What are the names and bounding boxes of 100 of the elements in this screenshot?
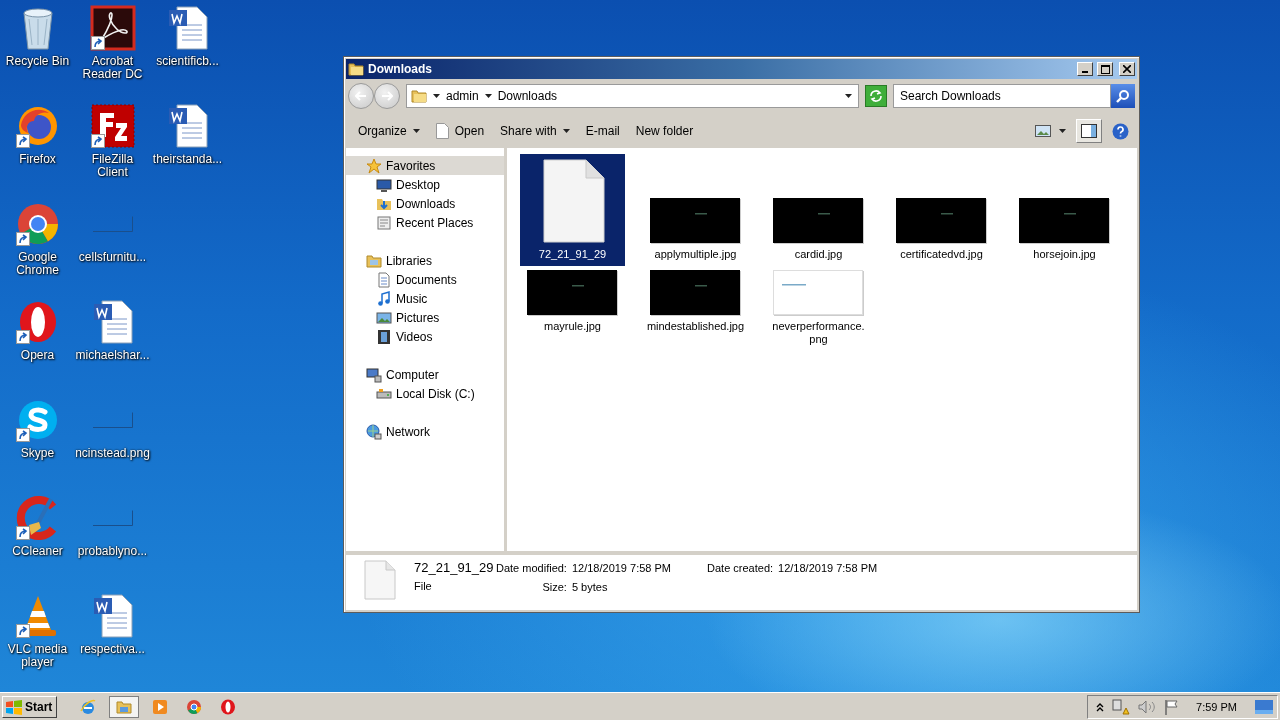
pane-layout-icon [1081, 124, 1097, 138]
detail-value: 5 bytes [571, 580, 609, 593]
blank-thumbnail-icon [92, 216, 133, 232]
detail-label: Size: [541, 580, 567, 593]
navigation-item[interactable]: Documents [346, 270, 504, 289]
caret-icon [484, 94, 492, 98]
desktop-icon-label[interactable]: cellsfurnitu... [75, 251, 150, 264]
filezilla-icon [89, 103, 136, 149]
address-bar[interactable]: admin Downloads [406, 84, 859, 108]
desktop-icon-label[interactable]: Skype [0, 447, 75, 460]
chevron-up-icon[interactable] [1096, 701, 1105, 712]
desktop-icon-label[interactable]: Recycle Bin [0, 55, 75, 68]
file-item[interactable]: applymultiple.jpg [643, 154, 748, 266]
maximize-button[interactable] [1097, 62, 1113, 76]
toolbar-menu-button[interactable]: Organize [350, 120, 428, 142]
navigation-item[interactable]: Videos [346, 327, 504, 346]
film-strip-icon [376, 328, 392, 345]
navigation-item[interactable]: Pictures [346, 308, 504, 327]
window-title: Downloads [368, 62, 433, 76]
desktop-icon-label[interactable]: FileZilla Client [75, 153, 150, 179]
folder-icon [348, 61, 364, 77]
navigation-item[interactable]: Recent Places [346, 213, 504, 232]
navigation-item[interactable]: Downloads [346, 194, 504, 213]
clock[interactable]: 7:59 PM [1196, 700, 1237, 713]
file-item[interactable]: neverperformance. png [766, 266, 871, 351]
navigation-item[interactable]: Network [346, 422, 504, 441]
caret-icon [562, 129, 570, 133]
toolbar-menu-button[interactable]: Share with [492, 120, 578, 142]
search-button[interactable] [1111, 84, 1135, 108]
caret-icon [1059, 129, 1066, 133]
navigation-item[interactable]: Favorites [346, 156, 504, 175]
navigation-item[interactable]: Music [346, 289, 504, 308]
desktop-icon-label[interactable]: Opera [0, 349, 75, 362]
toolbar-button[interactable]: New folder [627, 120, 702, 142]
picture-icon [1035, 125, 1051, 137]
file-type: File [414, 580, 433, 592]
desktop-icon-label[interactable]: respectiva... [75, 643, 150, 656]
ie-logo-icon [80, 698, 97, 715]
flag-icon[interactable] [1164, 698, 1181, 715]
help-icon [1112, 122, 1129, 140]
navigation-item[interactable]: Computer [346, 365, 504, 384]
desktop-icon-label[interactable]: Acrobat Reader DC [75, 55, 150, 81]
caret-icon [433, 94, 440, 98]
caret-icon [412, 129, 420, 133]
file-item[interactable]: mindestablished.jpg [643, 266, 748, 351]
search-icon [1116, 89, 1130, 103]
open-button[interactable]: Open [427, 119, 493, 143]
taskbar-app-button[interactable] [109, 695, 140, 718]
speaker-icon[interactable] [1138, 699, 1157, 714]
detail-value: 12/18/2019 7:58 PM [571, 561, 671, 574]
file-item[interactable]: cardid.jpg [766, 154, 871, 266]
search-field[interactable]: Search Downloads [893, 84, 1111, 108]
toolbar-button[interactable]: E-mail [577, 120, 628, 142]
desktop-icon-label[interactable]: scientificb... [150, 55, 225, 68]
media-play-icon [152, 698, 169, 715]
forward-arrow-icon [381, 91, 393, 101]
blank-document-icon [435, 123, 449, 139]
network-warning-icon[interactable] [1112, 698, 1131, 715]
desktop-icon-label[interactable]: ncinstead.png [75, 447, 150, 460]
dropdown-caret-icon [845, 94, 852, 98]
back-arrow-icon [355, 91, 367, 101]
detail-value: 12/18/2019 7:58 PM [778, 561, 878, 574]
back-button[interactable] [348, 83, 374, 109]
maximize-icon [1100, 64, 1110, 74]
minimize-button[interactable] [1077, 62, 1093, 76]
desktop-icon-label[interactable]: CCleaner [0, 545, 75, 558]
desktop-icon-label[interactable]: Firefox [0, 153, 75, 166]
desktop-icon-label[interactable]: probablyno... [75, 545, 150, 558]
recent-places-icon [376, 214, 392, 231]
start-button[interactable]: Start [2, 695, 58, 718]
close-icon [1123, 65, 1131, 73]
windows-flag-icon [5, 698, 23, 715]
file-item[interactable]: 72_21_91_29 [520, 154, 625, 266]
forward-button[interactable] [374, 83, 400, 109]
opera-icon [220, 698, 237, 715]
preview-pane-button[interactable] [1076, 119, 1102, 143]
blank-thumbnail-icon [92, 510, 133, 526]
folder-icon [116, 698, 133, 715]
file-name: 72_21_91_29 [414, 560, 495, 575]
close-button[interactable] [1119, 62, 1135, 76]
breadcrumb-item[interactable]: admin [446, 89, 479, 103]
breadcrumb-item[interactable]: Downloads [497, 89, 558, 103]
file-item[interactable]: certificatedvd.jpg [889, 154, 994, 266]
desktop-icon-label[interactable]: VLC media player [0, 643, 75, 669]
blank-document-icon [364, 560, 396, 600]
file-item[interactable]: mayrule.jpg [520, 266, 625, 351]
refresh-button[interactable] [865, 85, 887, 107]
navigation-item[interactable]: Desktop [346, 175, 504, 194]
computer-icon [366, 366, 382, 383]
desktop-icon-label[interactable]: theirstanda... [150, 153, 225, 166]
navigation-item[interactable]: Local Disk (C:) [346, 384, 504, 403]
folder-icon [411, 88, 427, 104]
file-item[interactable]: horsejoin.jpg [1012, 154, 1117, 266]
desktop-icon-label[interactable]: michaelshar... [75, 349, 150, 362]
navigation-item[interactable]: Libraries [346, 251, 504, 270]
show-desktop-icon[interactable] [1255, 699, 1273, 714]
desktop-icon-label[interactable]: Google Chrome [0, 251, 75, 277]
picture-icon [376, 309, 392, 326]
globe-icon [366, 423, 382, 440]
star-icon [366, 157, 382, 174]
